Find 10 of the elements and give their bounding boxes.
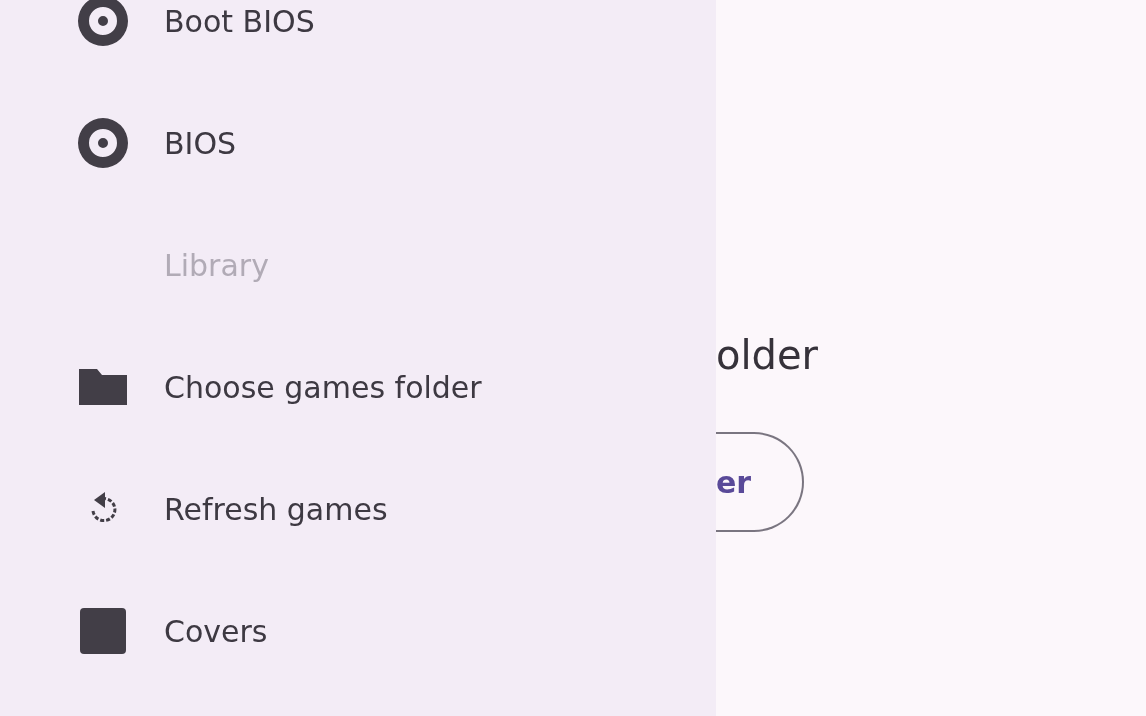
menu-item-label[interactable]: Covers xyxy=(164,613,268,649)
folder-icon xyxy=(77,367,129,407)
page-heading: older xyxy=(716,332,819,378)
menu-item-label[interactable]: Boot BIOS xyxy=(164,3,315,39)
folder-button[interactable]: er xyxy=(716,432,804,532)
square-icon xyxy=(79,607,127,655)
section-header: Library xyxy=(164,247,269,283)
menu-item-label[interactable]: Refresh games xyxy=(164,491,388,527)
menu-item-label[interactable]: BIOS xyxy=(164,125,237,161)
menu-item-label[interactable]: Choose games folder xyxy=(164,369,482,405)
